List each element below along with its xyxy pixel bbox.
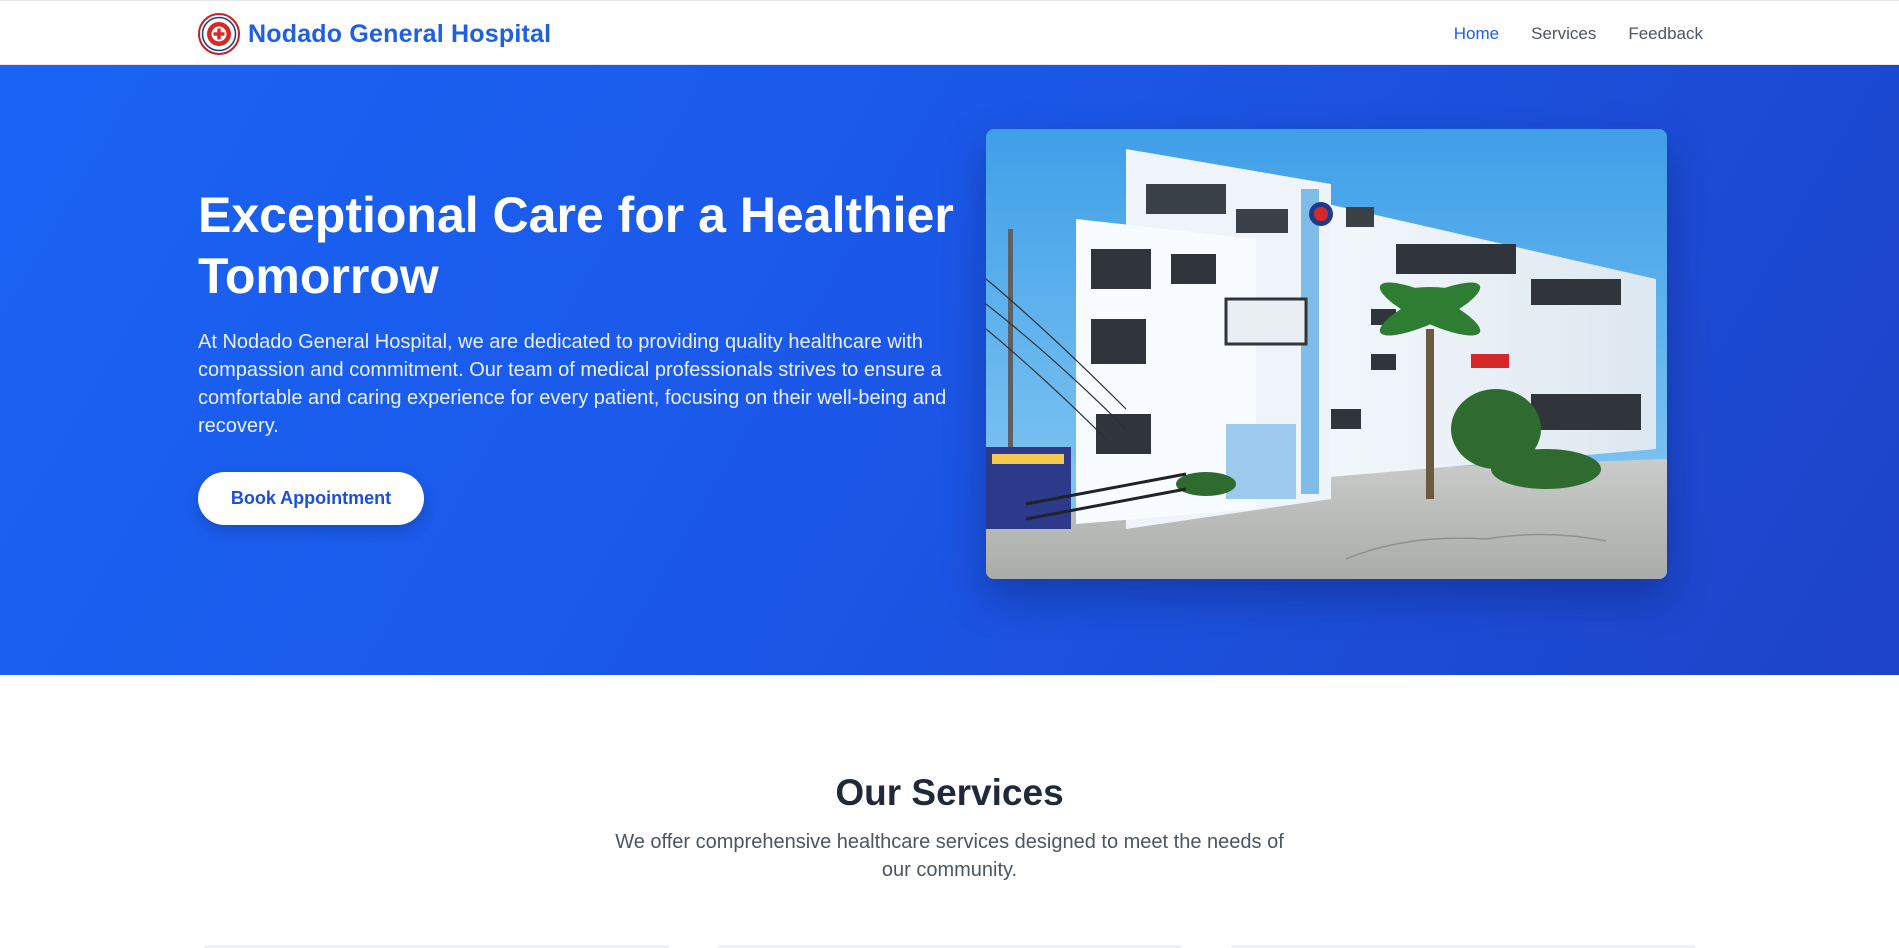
main-nav: Home Services Feedback bbox=[1454, 1, 1703, 66]
hospital-seal-logo bbox=[198, 13, 240, 55]
top-navbar: Nodado General Hospital Home Services Fe… bbox=[0, 0, 1899, 65]
services-title: Our Services bbox=[835, 772, 1064, 813]
services-subtitle: We offer comprehensive healthcare servic… bbox=[615, 831, 1284, 881]
hero-description: At Nodado General Hospital, we are dedic… bbox=[198, 331, 947, 437]
hero-title: Exceptional Care for a Healthier Tomorro… bbox=[198, 187, 954, 304]
hero-section: Exceptional Care for a Healthier Tomorro… bbox=[0, 65, 1899, 675]
book-appointment-button[interactable]: Book Appointment bbox=[198, 472, 424, 525]
hospital-building-photo bbox=[986, 129, 1667, 579]
brand-name: Nodado General Hospital bbox=[248, 19, 552, 48]
nav-link-home[interactable]: Home bbox=[1454, 24, 1499, 44]
nav-link-feedback[interactable]: Feedback bbox=[1628, 24, 1703, 44]
services-section: Our Services We offer comprehensive heal… bbox=[0, 675, 1899, 948]
brand[interactable]: Nodado General Hospital bbox=[198, 13, 551, 55]
nav-link-services[interactable]: Services bbox=[1531, 24, 1596, 44]
